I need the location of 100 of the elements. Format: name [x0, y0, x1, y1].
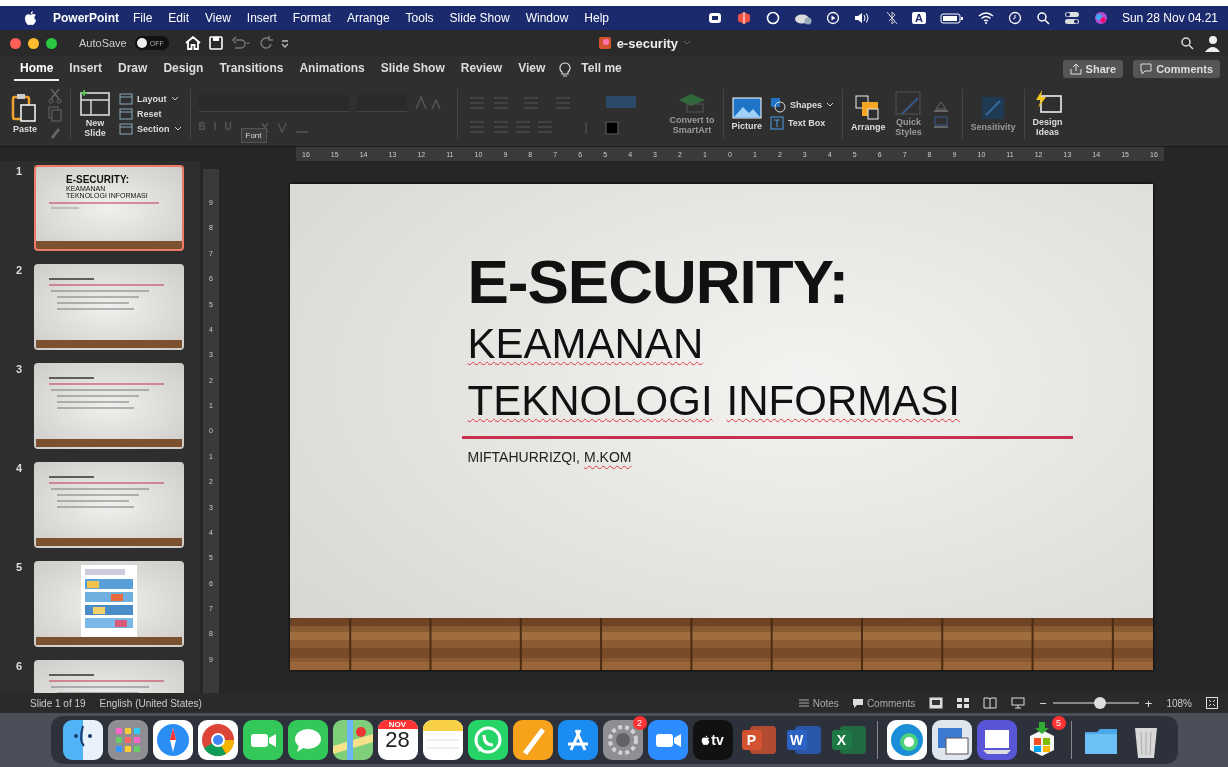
- new-slide-button[interactable]: New Slide: [84, 119, 106, 139]
- menu-item[interactable]: Arrange: [346, 11, 390, 25]
- person-icon[interactable]: [1202, 34, 1220, 52]
- menu-item[interactable]: Slide Show: [449, 11, 510, 25]
- menu-item[interactable]: View: [205, 11, 231, 25]
- presentation-icon[interactable]: [1011, 697, 1026, 709]
- zoom-percentage[interactable]: 108%: [1166, 697, 1192, 709]
- face-icon[interactable]: [62, 720, 103, 760]
- ring-icon[interactable]: [765, 11, 780, 25]
- clock-icon[interactable]: [1007, 11, 1022, 25]
- scanner-icon[interactable]: [976, 720, 1017, 760]
- calendar-icon[interactable]: NOV 28: [377, 720, 418, 760]
- menu-item[interactable]: Insert: [246, 11, 277, 25]
- redo-icon[interactable]: [258, 36, 273, 50]
- ribbon-tab[interactable]: Transitions: [213, 57, 290, 81]
- undo-icon[interactable]: [230, 36, 251, 50]
- slide-thumbnail[interactable]: [34, 363, 184, 449]
- layout-icon[interactable]: [119, 108, 133, 120]
- arrange-button[interactable]: Arrange: [851, 123, 886, 133]
- zoom-button[interactable]: [46, 37, 57, 49]
- camera-icon[interactable]: [707, 12, 722, 24]
- search-icon[interactable]: [1035, 11, 1050, 25]
- slide-thumbnail[interactable]: [34, 264, 184, 350]
- text-box-button[interactable]: Text Box: [788, 118, 826, 129]
- home-icon[interactable]: [184, 36, 201, 50]
- font-name-field[interactable]: [198, 94, 349, 112]
- zoom-in-button[interactable]: +: [1144, 695, 1153, 711]
- play-icon[interactable]: [825, 11, 840, 25]
- search-icon[interactable]: [1180, 36, 1194, 50]
- notepad-icon[interactable]: [422, 720, 463, 760]
- customize-toolbar-icon[interactable]: [280, 38, 289, 48]
- ribbon-tab[interactable]: Design: [157, 57, 210, 81]
- language-indicator[interactable]: English (United States): [99, 697, 202, 709]
- tell-me-search[interactable]: Tell me: [575, 57, 628, 81]
- ribbon-tab[interactable]: Insert: [63, 57, 109, 81]
- box-icon[interactable]: [735, 11, 752, 25]
- layout-icon[interactable]: [119, 123, 133, 135]
- bluetooth-icon[interactable]: [885, 11, 898, 25]
- tv-app-icon[interactable]: tv: [692, 720, 733, 760]
- video-camera-icon[interactable]: [242, 720, 283, 760]
- photo-viewer-icon[interactable]: [931, 720, 972, 760]
- ribbon-tab[interactable]: Draw: [112, 57, 154, 81]
- ribbon-tab[interactable]: View: [512, 57, 552, 81]
- slide-thumbnail[interactable]: [34, 561, 184, 647]
- fit-slide-icon[interactable]: [1206, 697, 1218, 709]
- apple-logo-icon[interactable]: [24, 10, 37, 26]
- design-ideas-button[interactable]: Design Ideas: [1032, 118, 1063, 138]
- paste-button[interactable]: Paste: [13, 125, 37, 135]
- menu-item[interactable]: Format: [292, 11, 331, 25]
- swirl-icon[interactable]: [886, 720, 927, 760]
- menu-item[interactable]: Window: [525, 11, 569, 25]
- menu-item[interactable]: Tools: [405, 11, 434, 25]
- battery-icon[interactable]: [939, 12, 964, 24]
- slide-option-button[interactable]: Layout: [137, 94, 179, 104]
- shapes-button[interactable]: Shapes: [790, 100, 823, 111]
- slide[interactable]: E-SECURITY: KEAMANAN TEKNOLOGI INFORMASI MIFTAHURRIZQI, M.KOM: [289, 184, 1153, 670]
- layout-icon[interactable]: [119, 93, 133, 105]
- chevron-down-icon[interactable]: [826, 102, 835, 109]
- toggles-icon[interactable]: [1063, 11, 1080, 25]
- comments-button[interactable]: Comments: [1133, 60, 1220, 78]
- menu-bar-clock[interactable]: Sun 28 Nov 04.21: [1121, 11, 1218, 25]
- speech-bubble-icon[interactable]: [287, 720, 328, 760]
- grid-view-icon[interactable]: [957, 697, 970, 709]
- slide-thumbnail[interactable]: [34, 462, 184, 548]
- shapes-icon[interactable]: [770, 97, 787, 114]
- close-button[interactable]: [10, 37, 21, 49]
- minimize-button[interactable]: [28, 37, 39, 49]
- share-button[interactable]: Share: [1062, 60, 1124, 78]
- phone-bubble-icon[interactable]: [467, 720, 508, 760]
- app-menu[interactable]: PowerPoint: [53, 11, 119, 25]
- pencil-icon[interactable]: [512, 720, 553, 760]
- notes-button[interactable]: Notes: [798, 697, 839, 709]
- input-source-indicator[interactable]: A: [911, 12, 926, 24]
- menu-item[interactable]: File: [133, 11, 153, 25]
- map-icon[interactable]: [332, 720, 373, 760]
- orb-icon[interactable]: [1093, 11, 1108, 25]
- menu-item[interactable]: Help: [584, 11, 609, 25]
- slide-option-button[interactable]: Reset: [137, 109, 162, 119]
- comments-button[interactable]: Comments: [852, 697, 916, 709]
- picture-icon[interactable]: [731, 96, 762, 121]
- letter-a-icon[interactable]: [557, 720, 598, 760]
- text-box-icon[interactable]: [770, 116, 785, 131]
- normal-view-icon[interactable]: [929, 697, 944, 709]
- grid-icon[interactable]: [107, 720, 148, 760]
- book-icon[interactable]: [983, 697, 998, 709]
- speaker-icon[interactable]: [853, 12, 872, 24]
- ribbon-tab[interactable]: Animations: [293, 57, 371, 81]
- picture-button[interactable]: Picture: [731, 122, 763, 132]
- video-camera-icon[interactable]: [647, 720, 688, 760]
- compass-icon[interactable]: [152, 720, 193, 760]
- save-icon[interactable]: [208, 36, 223, 50]
- wifi-icon[interactable]: [977, 12, 994, 24]
- ribbon-tab[interactable]: Slide Show: [374, 57, 451, 81]
- zoom-out-button[interactable]: −: [1039, 695, 1047, 711]
- font-size-field[interactable]: [356, 94, 407, 112]
- slide-layout-icon[interactable]: [79, 89, 111, 118]
- slide-option-button[interactable]: Section: [137, 124, 182, 134]
- menu-item[interactable]: Edit: [168, 11, 190, 25]
- ribbon-tab[interactable]: Review: [454, 57, 509, 81]
- ring-icon[interactable]: [197, 720, 238, 760]
